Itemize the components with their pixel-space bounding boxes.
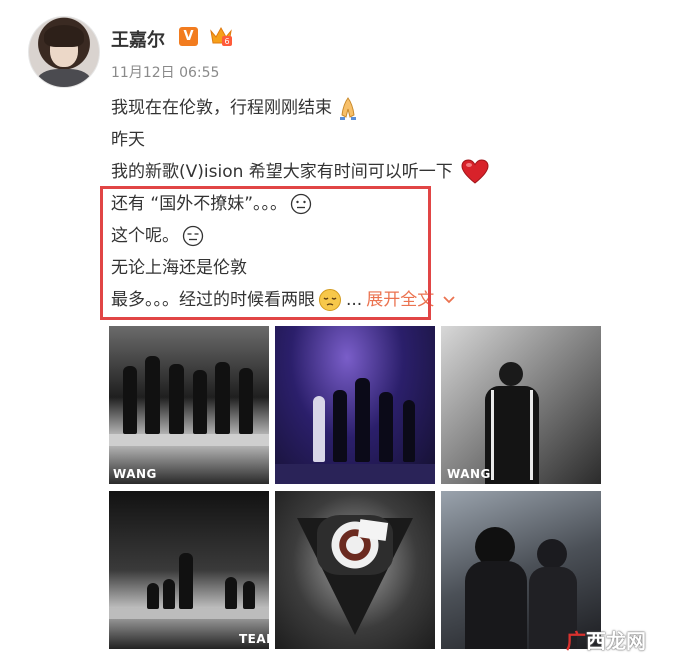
dancer-figure — [355, 378, 370, 462]
photo-watermark: WANG — [113, 467, 157, 481]
avatar[interactable] — [28, 16, 100, 88]
dancer-figure — [163, 579, 175, 609]
photo-2[interactable] — [275, 326, 435, 484]
verified-v-icon: V — [179, 27, 198, 46]
dancer-figure — [225, 577, 237, 609]
chevron-down-icon[interactable] — [442, 295, 456, 305]
dancer-figure — [123, 366, 137, 434]
red-heart-emoji — [461, 159, 489, 184]
stage-floor — [275, 464, 435, 484]
stage-edge — [109, 609, 269, 619]
dancer-figure — [169, 364, 184, 434]
person-body — [465, 561, 527, 649]
dancer-figure — [215, 362, 230, 434]
photo-1[interactable]: WANG — [109, 326, 269, 484]
dancer-figure — [179, 553, 193, 609]
photo-watermark: WANG — [447, 467, 491, 481]
post-line-2: 昨天 — [111, 130, 145, 150]
photo-watermark: TEAM — [239, 632, 269, 646]
post-time[interactable]: 11月12日 06:55 — [111, 62, 219, 82]
site-watermark: 广西龙网 — [566, 625, 646, 654]
photo-4[interactable]: TEAM — [109, 491, 269, 649]
bouquet-card — [357, 519, 389, 541]
jacket-stripe — [530, 390, 533, 480]
photo-5[interactable] — [275, 491, 435, 649]
highlight-box — [100, 186, 431, 320]
site-watermark-part: 西龙网 — [586, 629, 646, 653]
post-line-text: 我现在在伦敦，行程刚刚结束 — [111, 98, 332, 118]
dancer-figure — [313, 396, 325, 462]
post-line-text: 我的新歌(V)ision 希望大家有时间可以听一下 — [111, 162, 453, 182]
person-head — [537, 539, 567, 569]
dancer-figure — [147, 583, 159, 609]
site-watermark-part: 广 — [566, 629, 586, 653]
svg-text:6: 6 — [224, 37, 229, 46]
dancer-figure — [379, 392, 393, 462]
post-line-1: 我现在在伦敦，行程刚刚结束 — [111, 92, 671, 124]
weibo-post: 王嘉尔 V 6 11月12日 06:55 我现在在伦敦，行程刚刚结束 昨天 我的… — [0, 0, 700, 668]
jacket-stripe — [491, 390, 494, 480]
dancer-figure — [193, 370, 207, 434]
post-line-3: 我的新歌(V)ision 希望大家有时间可以听一下 — [111, 156, 671, 188]
dancer-figure — [243, 581, 255, 609]
dancer-figure — [145, 356, 160, 434]
dancer-figure — [333, 390, 347, 462]
dancer-figure — [239, 368, 253, 434]
avatar-shirt — [37, 69, 91, 87]
vip-crown-icon[interactable]: 6 — [208, 25, 234, 47]
pray-hands-emoji — [340, 97, 356, 120]
dancer-figure — [403, 400, 415, 462]
performer-head — [499, 362, 523, 386]
user-name[interactable]: 王嘉尔 — [111, 26, 165, 52]
avatar-hair — [44, 25, 84, 47]
stage-edge — [109, 434, 269, 446]
photo-3[interactable]: WANG — [441, 326, 601, 484]
